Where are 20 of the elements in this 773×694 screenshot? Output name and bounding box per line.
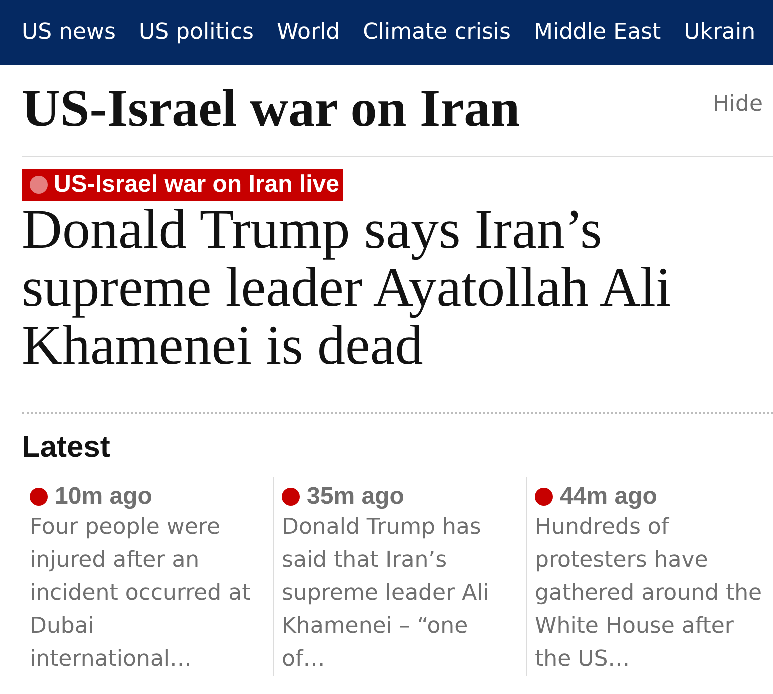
nav-link[interactable]: US politics <box>139 18 254 46</box>
update-time: 10m ago <box>55 483 152 511</box>
nav-link[interactable]: Middle East <box>534 18 662 46</box>
nav-link[interactable]: Ukrain <box>684 18 756 46</box>
update-summary-link[interactable]: Hundreds of protesters have gathered around the White House after the US… <box>535 511 766 676</box>
nav-link[interactable]: Climate crisis <box>363 18 512 46</box>
headline-link[interactable]: Donald Trump says Iran’s supreme leader Ayatollah Ali Khamenei is dead <box>22 201 742 375</box>
update-time: 44m ago <box>560 483 658 511</box>
section-title: US-Israel war on Iran <box>22 79 520 139</box>
update-summary-link[interactable]: Donald Trump has said that Iran’s supreme leader Ali Khamenei – “one of… <box>282 511 513 676</box>
live-blog-link[interactable]: US-Israel war on Iran live <box>22 169 344 201</box>
dot-icon <box>282 488 300 506</box>
hide-button[interactable]: Hide <box>712 91 763 119</box>
dot-icon <box>535 488 553 506</box>
nav-link[interactable]: US news <box>22 18 116 46</box>
update-time: 35m ago <box>307 483 404 511</box>
section-heading: Latest <box>22 430 110 466</box>
nav-link[interactable]: World <box>277 18 340 46</box>
dot-icon <box>30 488 48 506</box>
update-summary-link[interactable]: Four people were injured after an incident occurred at Dubai international… <box>30 511 261 676</box>
